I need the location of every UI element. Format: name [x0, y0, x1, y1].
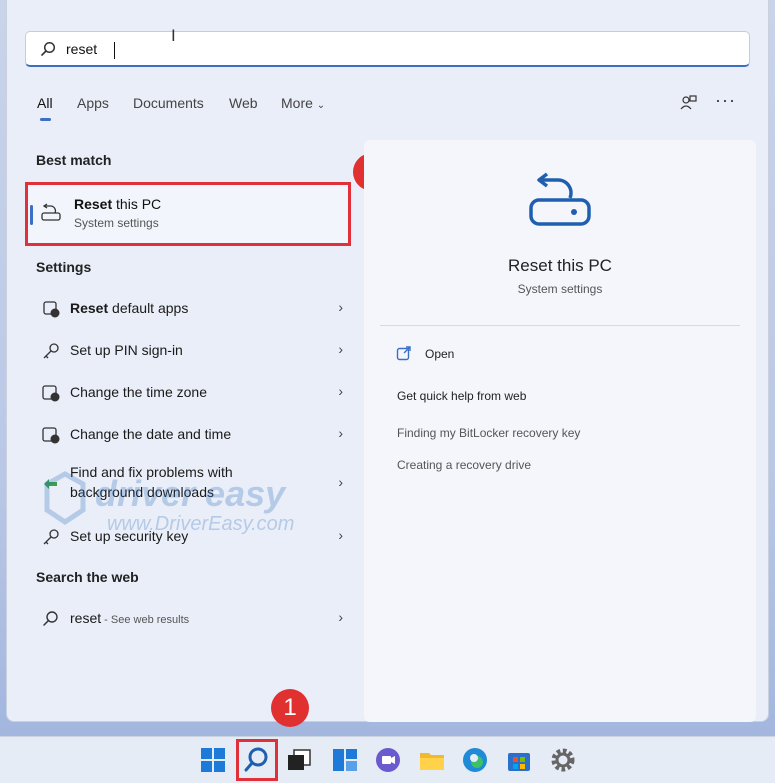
key-icon [43, 529, 59, 545]
best-match-reset-this-pc[interactable]: Reset this PC System settings [25, 182, 351, 246]
default-apps-icon [43, 301, 60, 318]
web-search-query: reset [70, 610, 102, 626]
search-icon [41, 41, 56, 56]
best-match-heading: Best match [36, 152, 112, 168]
preview-title: Reset this PC [508, 256, 612, 275]
chevron-right-icon: › [338, 383, 343, 399]
chat-icon[interactable] [373, 745, 403, 775]
help-link-recovery-drive[interactable]: Creating a recovery drive [397, 458, 531, 472]
settings-item-background-downloads[interactable]: Find and fix problems with background do… [31, 462, 353, 506]
best-match-title: Reset this PC [74, 196, 161, 212]
clock-icon [42, 427, 60, 444]
key-icon [43, 343, 59, 359]
open-label: Open [425, 347, 455, 361]
widgets-icon[interactable] [330, 745, 360, 775]
best-match-subtitle: System settings [74, 216, 159, 230]
chevron-down-icon: ⌄ [316, 100, 326, 111]
settings-item-label: Find and fix problems with background do… [70, 464, 233, 500]
settings-icon[interactable] [548, 745, 578, 775]
step-badge-1: 1 [271, 689, 309, 727]
best-match-title-rest: this PC [112, 196, 162, 212]
help-link-bitlocker[interactable]: Finding my BitLocker recovery key [397, 426, 580, 440]
chevron-right-icon: › [338, 474, 343, 490]
search-the-web-heading: Search the web [36, 569, 139, 585]
preview-divider [380, 325, 740, 326]
settings-item-label: Reset default apps [70, 300, 188, 316]
settings-item-reset-default-apps[interactable]: Reset default apps › [31, 289, 353, 327]
settings-item-label: Change the date and time [70, 426, 232, 442]
text-caret [114, 42, 115, 59]
tab-all[interactable]: All [37, 95, 53, 121]
settings-item-label: Change the time zone [70, 384, 207, 400]
preview-pane: Reset this PC System settings Open Get q… [364, 140, 756, 722]
chevron-right-icon: › [338, 299, 343, 315]
task-view-icon[interactable] [284, 745, 314, 775]
settings-item-security-key[interactable]: Set up security key › [31, 517, 353, 555]
settings-item-label: Set up security key [70, 528, 189, 544]
search-icon[interactable] [242, 745, 272, 775]
start-search-panel: reset I All Apps Documents Web More ⌄ ··… [6, 0, 769, 722]
start-icon[interactable] [198, 745, 228, 775]
chevron-right-icon: › [338, 341, 343, 357]
best-match-title-bold: Reset [74, 196, 113, 212]
file-explorer-icon[interactable] [417, 745, 447, 775]
preview-subtitle: System settings [517, 282, 603, 296]
edge-icon[interactable] [460, 745, 490, 775]
settings-item-label-rest: default apps [108, 300, 189, 316]
clock-icon [42, 385, 60, 402]
tab-web[interactable]: Web [229, 95, 258, 111]
chevron-right-icon: › [338, 425, 343, 441]
web-search-result[interactable]: reset - See web results › [31, 599, 353, 637]
selection-indicator [30, 205, 33, 225]
more-options-icon[interactable]: ··· [715, 90, 736, 111]
settings-item-pin-sign-in[interactable]: Set up PIN sign-in › [31, 331, 353, 369]
tab-documents[interactable]: Documents [133, 95, 204, 111]
reset-pc-large-icon [529, 172, 591, 226]
chevron-right-icon: › [338, 527, 343, 543]
search-input[interactable]: reset [66, 41, 97, 57]
troubleshoot-icon [44, 479, 57, 489]
settings-item-date-and-time[interactable]: Change the date and time › [31, 415, 353, 453]
open-external-icon [396, 346, 411, 361]
mouse-ibeam-cursor-icon: I [171, 26, 176, 45]
settings-item-time-zone[interactable]: Change the time zone › [31, 373, 353, 411]
quick-help-heading: Get quick help from web [397, 389, 527, 403]
settings-item-label: Set up PIN sign-in [70, 342, 183, 358]
chevron-right-icon: › [338, 609, 343, 625]
settings-item-label-bold: Reset [70, 300, 109, 316]
reset-pc-icon [41, 203, 61, 221]
taskbar [0, 736, 775, 783]
account-switch-icon[interactable] [680, 94, 698, 112]
web-search-label: reset - See web results [70, 610, 189, 626]
tab-more-label: More [281, 95, 313, 111]
search-box[interactable]: reset [25, 31, 750, 67]
settings-heading: Settings [36, 259, 92, 275]
store-icon[interactable] [504, 745, 534, 775]
tab-more[interactable]: More ⌄ [281, 95, 325, 111]
search-icon [43, 611, 58, 626]
web-search-suffix: - See web results [101, 614, 190, 626]
tab-apps[interactable]: Apps [77, 95, 109, 111]
